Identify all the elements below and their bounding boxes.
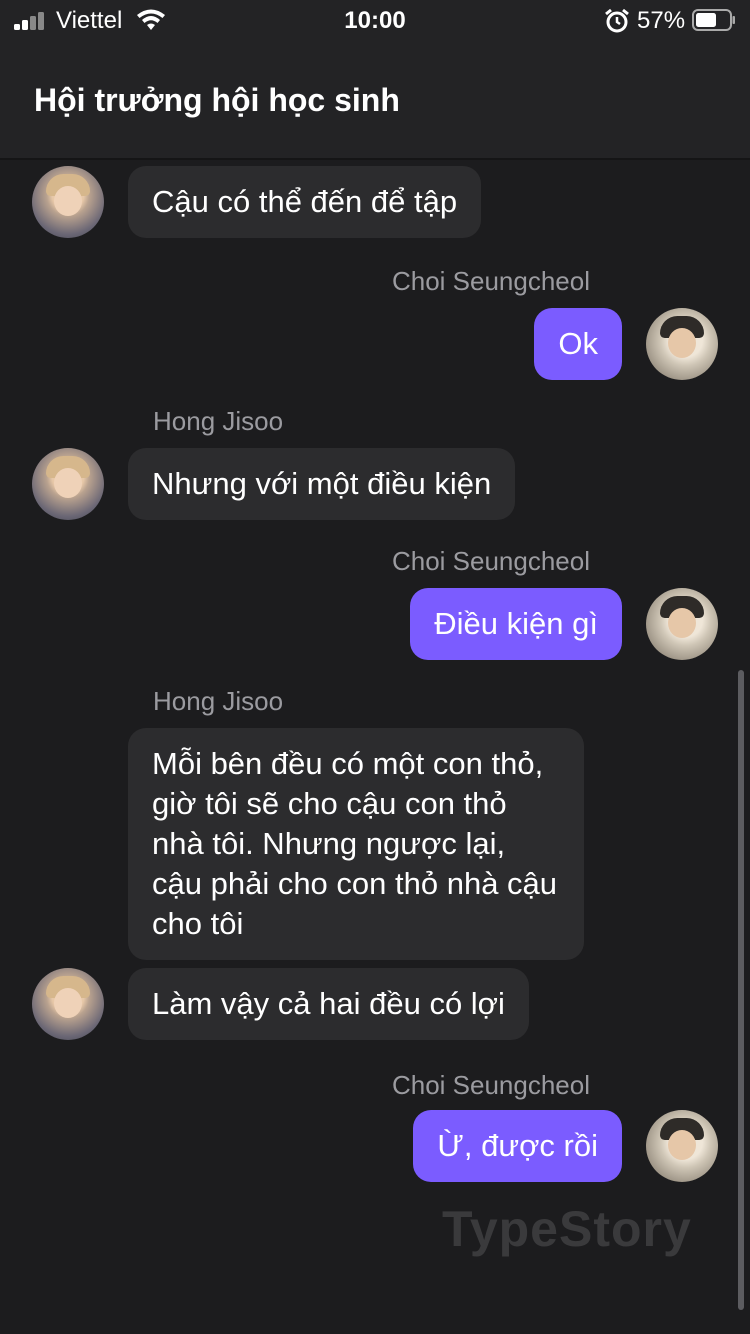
sender-name: Choi Seungcheol (391, 546, 590, 576)
message-bubble-incoming[interactable]: Làm vậy cả hai đều có lợi (128, 968, 529, 1040)
sender-name: Hong Jisoo (153, 686, 284, 716)
status-bar: Viettel 10:00 57% (0, 0, 750, 40)
sender-name: Choi Seungcheol (391, 1070, 590, 1100)
avatar-choi-seungcheol[interactable] (646, 1110, 718, 1182)
avatar-choi-seungcheol[interactable] (646, 588, 718, 660)
watermark-logo: TypeStory (442, 1201, 692, 1257)
message-list[interactable]: Cậu có thể đến để tập Choi Seungcheol Ok… (0, 158, 750, 1334)
chat-header: Hội trưởng hội học sinh (0, 40, 750, 158)
battery-percent: 57% (637, 7, 686, 34)
avatar-hong-jisoo[interactable] (32, 968, 104, 1040)
avatar-hong-jisoo[interactable] (32, 166, 104, 238)
avatar-choi-seungcheol[interactable] (646, 308, 718, 380)
message-bubble-incoming[interactable]: Nhưng với một điều kiện (128, 448, 516, 520)
avatar-hong-jisoo[interactable] (32, 448, 104, 520)
message-bubble-incoming[interactable]: Cậu có thể đến để tập (128, 166, 482, 238)
message-bubble-outgoing[interactable]: Ok (534, 308, 622, 380)
battery-icon (692, 9, 735, 31)
message-bubble-outgoing[interactable]: Điều kiện gì (410, 588, 622, 660)
chat-title: Hội trưởng hội học sinh (34, 82, 400, 118)
sender-name: Hong Jisoo (153, 406, 284, 436)
alarm-icon (605, 8, 629, 33)
message-bubble-incoming[interactable]: Mỗi bên đều có một con thỏ, giờ tôi sẽ c… (128, 728, 584, 960)
sender-name: Choi Seungcheol (391, 266, 590, 296)
message-bubble-outgoing[interactable]: Ừ, được rồi (413, 1110, 622, 1182)
scrollbar[interactable] (738, 670, 744, 1310)
